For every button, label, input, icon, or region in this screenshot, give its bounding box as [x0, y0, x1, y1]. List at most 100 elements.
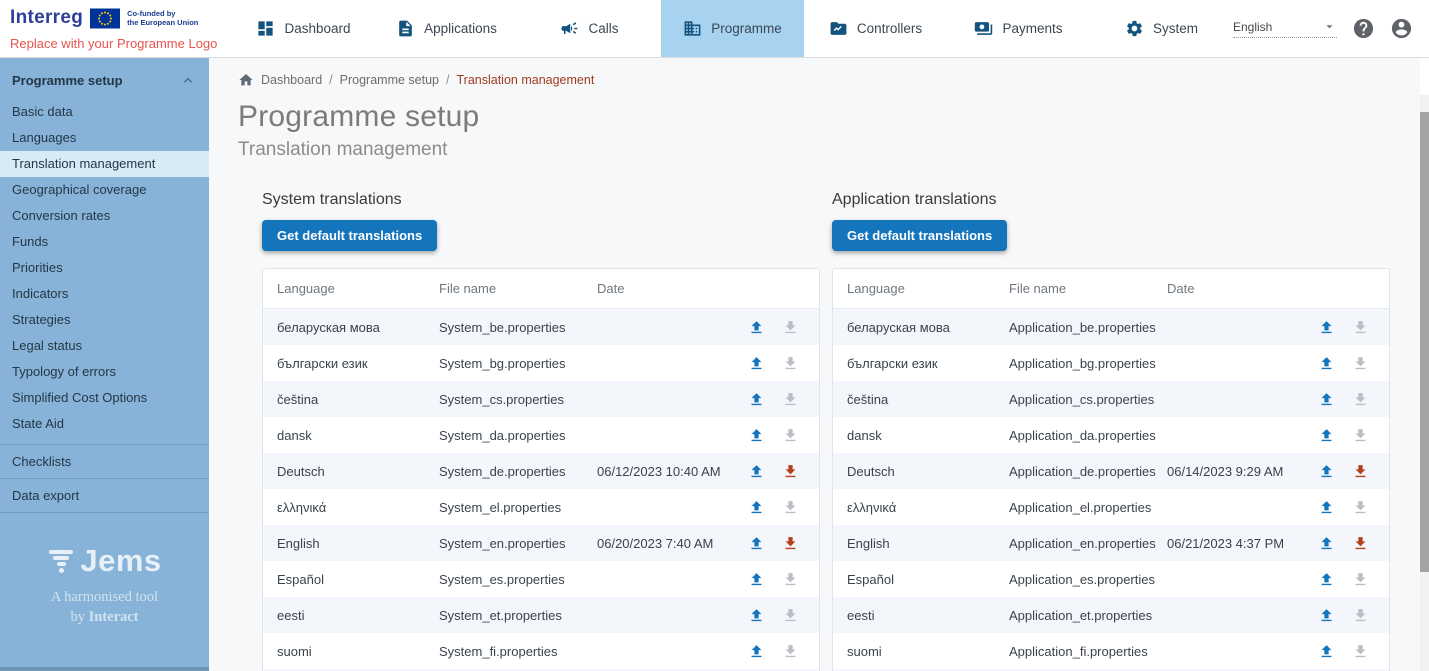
language-cell: беларуская мова [277, 320, 439, 335]
file-name-cell: Application_fi.properties [1009, 644, 1167, 659]
sidebar-section-title: Programme setup [12, 73, 123, 88]
download-button[interactable] [1345, 528, 1375, 558]
sidebar-item-checklists[interactable]: Checklists [0, 444, 209, 478]
upload-button[interactable] [741, 384, 771, 414]
eu-flag-icon [90, 8, 120, 29]
nav-item-controllers[interactable]: Controllers [804, 0, 947, 57]
upload-button[interactable] [1311, 348, 1341, 378]
sidebar-nav: Basic dataLanguagesTranslation managemen… [0, 99, 209, 437]
sidebar-item-geographical-coverage[interactable]: Geographical coverage [0, 177, 209, 203]
get-default-translations-button[interactable]: Get default translations [832, 220, 1007, 251]
table-row: беларуская моваApplication_be.properties [833, 309, 1389, 345]
controllers-icon [829, 19, 848, 38]
sidebar-item-priorities[interactable]: Priorities [0, 255, 209, 281]
nav-item-payments[interactable]: Payments [947, 0, 1090, 57]
download-button[interactable] [775, 528, 805, 558]
upload-button[interactable] [741, 600, 771, 630]
upload-icon [748, 571, 765, 588]
sidebar-item-data-export[interactable]: Data export [0, 478, 209, 512]
get-default-translations-button[interactable]: Get default translations [262, 220, 437, 251]
sidebar-item-basic-data[interactable]: Basic data [0, 99, 209, 125]
upload-icon [748, 355, 765, 372]
table-row: danskApplication_da.properties [833, 417, 1389, 453]
nav-item-dashboard[interactable]: Dashboard [232, 0, 375, 57]
date-cell: 06/21/2023 4:37 PM [1167, 536, 1311, 551]
download-icon [1352, 571, 1369, 588]
date-cell: 06/20/2023 7:40 AM [597, 536, 741, 551]
sidebar-item-strategies[interactable]: Strategies [0, 307, 209, 333]
download-icon [782, 427, 799, 444]
upload-button[interactable] [741, 420, 771, 450]
language-cell: čeština [277, 392, 439, 407]
upload-button[interactable] [1311, 384, 1341, 414]
scrollbar-thumb[interactable] [1420, 112, 1429, 572]
sidebar: Programme setup Basic dataLanguagesTrans… [0, 58, 209, 671]
upload-icon [748, 499, 765, 516]
sidebar-item-legal-status[interactable]: Legal status [0, 333, 209, 359]
translations-table: LanguageFile nameDateбеларуская моваAppl… [832, 268, 1390, 671]
vertical-scrollbar[interactable] [1420, 95, 1429, 671]
upload-button[interactable] [1311, 528, 1341, 558]
upload-button[interactable] [741, 348, 771, 378]
upload-button[interactable] [741, 492, 771, 522]
sidebar-item-conversion-rates[interactable]: Conversion rates [0, 203, 209, 229]
table-row: DeutschSystem_de.properties06/12/2023 10… [263, 453, 819, 489]
sidebar-item-indicators[interactable]: Indicators [0, 281, 209, 307]
download-button [1345, 600, 1375, 630]
breadcrumb-items: Dashboard/Programme setup/Translation ma… [261, 73, 594, 87]
upload-button[interactable] [741, 636, 771, 666]
nav-item-applications[interactable]: Applications [375, 0, 518, 57]
upload-button[interactable] [1311, 456, 1341, 486]
upload-button[interactable] [741, 564, 771, 594]
sidebar-item-simplified-cost-options[interactable]: Simplified Cost Options [0, 385, 209, 411]
home-icon[interactable] [238, 72, 254, 88]
download-button[interactable] [775, 456, 805, 486]
table-header-row: LanguageFile nameDate [833, 269, 1389, 309]
table-row: EspañolSystem_es.properties [263, 561, 819, 597]
sidebar-item-typology-of-errors[interactable]: Typology of errors [0, 359, 209, 385]
upload-button[interactable] [741, 312, 771, 342]
upload-icon [748, 535, 765, 552]
upload-button[interactable] [1311, 600, 1341, 630]
sidebar-item-state-aid[interactable]: State Aid [0, 411, 209, 437]
nav-item-programme[interactable]: Programme [661, 0, 804, 57]
sidebar-item-translation-management[interactable]: Translation management [0, 151, 209, 177]
upload-icon [1318, 571, 1335, 588]
download-button [775, 384, 805, 414]
nav-item-label: Dashboard [284, 21, 350, 36]
breadcrumb-link-programme-setup[interactable]: Programme setup [340, 73, 439, 87]
download-button[interactable] [1345, 456, 1375, 486]
upload-icon [1318, 427, 1335, 444]
upload-button[interactable] [741, 528, 771, 558]
language-cell: dansk [847, 428, 1009, 443]
breadcrumb-link-dashboard[interactable]: Dashboard [261, 73, 322, 87]
nav-item-system[interactable]: System [1090, 0, 1233, 57]
language-select-value: English [1233, 20, 1272, 34]
upload-button[interactable] [1311, 312, 1341, 342]
upload-icon [748, 463, 765, 480]
sidebar-item-languages[interactable]: Languages [0, 125, 209, 151]
file-name-cell: System_en.properties [439, 536, 597, 551]
sidebar-scrollbar[interactable] [0, 667, 209, 671]
account-button[interactable] [1390, 17, 1413, 40]
file-name-cell: System_cs.properties [439, 392, 597, 407]
column-header-date: Date [1167, 281, 1311, 296]
nav-item-calls[interactable]: Calls [518, 0, 661, 57]
table-row: EnglishApplication_en.properties06/21/20… [833, 525, 1389, 561]
upload-button[interactable] [741, 456, 771, 486]
download-icon [1352, 535, 1369, 552]
language-cell: suomi [847, 644, 1009, 659]
sidebar-item-funds[interactable]: Funds [0, 229, 209, 255]
language-select[interactable]: English [1233, 19, 1337, 38]
table-row: eestiSystem_et.properties [263, 597, 819, 633]
language-cell: Deutsch [277, 464, 439, 479]
upload-button[interactable] [1311, 420, 1341, 450]
jems-logo: Jems A harmonised tool by Interact [0, 543, 209, 628]
sidebar-section-header[interactable]: Programme setup [0, 58, 209, 99]
upload-button[interactable] [1311, 636, 1341, 666]
download-icon [782, 535, 799, 552]
upload-button[interactable] [1311, 564, 1341, 594]
help-button[interactable] [1352, 17, 1375, 40]
download-button [775, 492, 805, 522]
upload-button[interactable] [1311, 492, 1341, 522]
